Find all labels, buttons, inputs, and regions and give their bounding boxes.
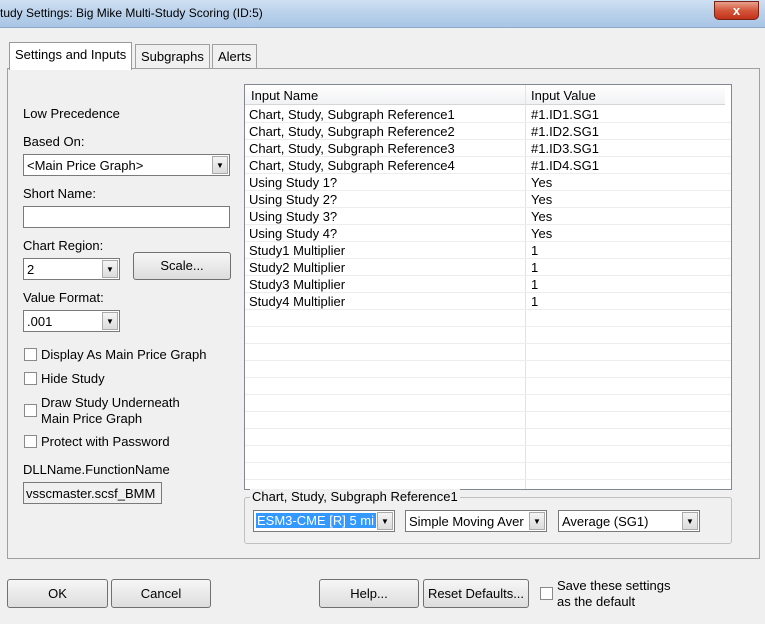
save-default-label-line2: as the default [557, 594, 636, 609]
table-row[interactable]: Study2 Multiplier 1 [245, 259, 731, 276]
based-on-value: <Main Price Graph> [27, 158, 144, 173]
input-value-cell[interactable]: #1.ID4.SG1 [531, 158, 599, 173]
input-name-cell: Study4 Multiplier [249, 294, 346, 309]
input-value-cell[interactable]: Yes [531, 226, 552, 241]
table-row [245, 412, 731, 429]
table-row [245, 310, 731, 327]
table-row[interactable]: Study3 Multiplier 1 [245, 276, 731, 293]
input-value-cell[interactable]: 1 [531, 277, 538, 292]
value-format-value: .001 [27, 314, 53, 329]
display-as-main-label: Display As Main Price Graph [41, 347, 207, 362]
settings-content: Low Precedence Based On: <Main Price Gra… [0, 0, 765, 624]
input-name-cell: Study1 Multiplier [249, 243, 346, 258]
chevron-down-icon: ▼ [212, 156, 228, 174]
ok-button[interactable]: OK [7, 579, 108, 608]
dll-name-field: vsscmaster.scsf_BMM [23, 482, 162, 504]
column-header-input-value[interactable]: Input Value [531, 88, 596, 103]
input-name-cell: Chart, Study, Subgraph Reference2 [249, 124, 455, 139]
subgraph-select-value: Average (SG1) [562, 514, 649, 529]
chevron-down-icon: ▼ [377, 512, 393, 530]
table-row[interactable]: Using Study 4? Yes [245, 225, 731, 242]
chart-region-label: Chart Region: [23, 238, 104, 253]
table-row[interactable]: Study1 Multiplier 1 [245, 242, 731, 259]
input-name-cell: Chart, Study, Subgraph Reference3 [249, 141, 455, 156]
draw-underneath-checkbox[interactable] [24, 404, 37, 417]
hide-study-label: Hide Study [41, 371, 105, 386]
table-row[interactable]: Chart, Study, Subgraph Reference1 #1.ID1.… [245, 106, 731, 123]
save-default-checkbox[interactable] [540, 587, 553, 600]
input-value-cell[interactable]: Yes [531, 175, 552, 190]
table-row [245, 344, 731, 361]
table-row [245, 378, 731, 395]
value-format-label: Value Format: [23, 290, 104, 305]
input-value-cell[interactable]: 1 [531, 243, 538, 258]
save-default-label: Save these settings [557, 578, 671, 593]
cancel-button[interactable]: Cancel [111, 579, 211, 608]
input-value-cell[interactable]: 1 [531, 260, 538, 275]
table-row [245, 395, 731, 412]
chart-region-select[interactable]: 2 ▼ [23, 258, 120, 280]
precedence-label: Low Precedence [23, 106, 120, 121]
table-row [245, 463, 731, 480]
reset-defaults-button[interactable]: Reset Defaults... [423, 579, 529, 608]
input-value-cell[interactable]: #1.ID2.SG1 [531, 124, 599, 139]
input-name-cell: Study2 Multiplier [249, 260, 346, 275]
subgraph-select[interactable]: Average (SG1) ▼ [558, 510, 700, 532]
chevron-down-icon: ▼ [102, 312, 118, 330]
input-name-cell: Using Study 3? [249, 209, 338, 224]
input-name-cell: Using Study 2? [249, 192, 338, 207]
input-value-cell[interactable]: #1.ID1.SG1 [531, 107, 599, 122]
based-on-select[interactable]: <Main Price Graph> ▼ [23, 154, 230, 176]
reference-editor-legend: Chart, Study, Subgraph Reference1 [250, 489, 460, 504]
dll-name-label: DLLName.FunctionName [23, 462, 170, 477]
table-row[interactable]: Using Study 3? Yes [245, 208, 731, 225]
input-name-cell: Using Study 1? [249, 175, 338, 190]
draw-underneath-label-line2: Main Price Graph [41, 411, 143, 426]
input-value-cell[interactable]: #1.ID3.SG1 [531, 141, 599, 156]
value-format-select[interactable]: .001 ▼ [23, 310, 120, 332]
table-row[interactable]: Study4 Multiplier 1 [245, 293, 731, 310]
based-on-label: Based On: [23, 134, 85, 149]
input-value-cell[interactable]: Yes [531, 192, 552, 207]
table-row [245, 361, 731, 378]
study-select-value: Simple Moving Aver [409, 514, 524, 529]
input-name-cell: Study3 Multiplier [249, 277, 346, 292]
input-name-cell: Chart, Study, Subgraph Reference1 [249, 107, 455, 122]
short-name-label: Short Name: [23, 186, 96, 201]
display-as-main-checkbox[interactable] [24, 348, 37, 361]
help-button[interactable]: Help... [319, 579, 419, 608]
table-row[interactable]: Chart, Study, Subgraph Reference3 #1.ID3.… [245, 140, 731, 157]
input-value-cell[interactable]: Yes [531, 209, 552, 224]
chevron-down-icon: ▼ [529, 512, 545, 530]
draw-underneath-label: Draw Study Underneath [41, 395, 180, 410]
table-row [245, 429, 731, 446]
protect-password-checkbox[interactable] [24, 435, 37, 448]
table-row[interactable]: Chart, Study, Subgraph Reference2 #1.ID2.… [245, 123, 731, 140]
table-row [245, 327, 731, 344]
grid-header: Input Name Input Value [245, 85, 725, 105]
chevron-down-icon: ▼ [102, 260, 118, 278]
study-select[interactable]: Simple Moving Aver ▼ [405, 510, 547, 532]
hide-study-checkbox[interactable] [24, 372, 37, 385]
input-name-cell: Chart, Study, Subgraph Reference4 [249, 158, 455, 173]
chart-select-value: ESM3-CME [R] 5 mi [256, 513, 376, 528]
chart-select[interactable]: ESM3-CME [R] 5 mi ▼ [253, 510, 395, 532]
protect-password-label: Protect with Password [41, 434, 170, 449]
scale-button[interactable]: Scale... [133, 252, 231, 280]
table-row[interactable]: Chart, Study, Subgraph Reference4 #1.ID4.… [245, 157, 731, 174]
table-row [245, 446, 731, 463]
short-name-input[interactable] [23, 206, 230, 228]
chevron-down-icon: ▼ [682, 512, 698, 530]
inputs-grid[interactable]: Input Name Input Value Chart, Study, Sub… [244, 84, 732, 490]
table-row[interactable]: Using Study 1? Yes [245, 174, 731, 191]
chart-region-value: 2 [27, 262, 35, 277]
column-header-input-name[interactable]: Input Name [251, 88, 318, 103]
table-row[interactable]: Using Study 2? Yes [245, 191, 731, 208]
input-name-cell: Using Study 4? [249, 226, 338, 241]
input-value-cell[interactable]: 1 [531, 294, 538, 309]
